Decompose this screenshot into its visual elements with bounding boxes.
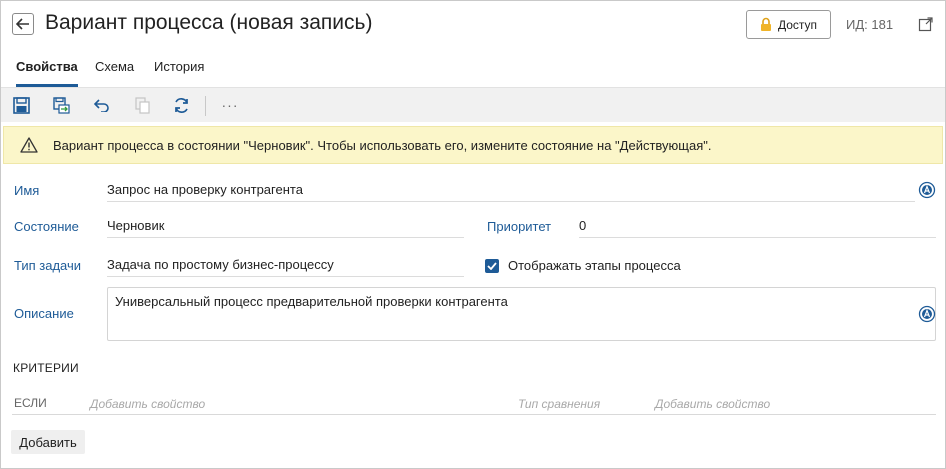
comparison-type-field[interactable]: Тип сравнения [518,397,600,411]
add-property-field[interactable]: Добавить свойство [90,397,205,411]
banner-text: Вариант процесса в состоянии "Черновик".… [53,138,712,153]
autotext-icon[interactable] [918,181,936,199]
warning-icon [20,137,38,153]
tab-history[interactable]: История [154,59,204,87]
task-type-label: Тип задачи [14,258,82,273]
open-external-icon[interactable] [918,16,934,32]
back-button[interactable] [12,13,34,35]
name-label: Имя [14,183,40,198]
refresh-icon [174,97,188,113]
tab-properties[interactable]: Свойства [16,59,78,87]
if-label: ЕСЛИ [14,396,47,410]
save-icon [12,96,30,114]
undo-icon [93,99,109,112]
priority-label: Приоритет [487,219,552,234]
access-button-label: Доступ [777,17,818,32]
criteria-row: ЕСЛИ Добавить свойство Тип сравнения Доб… [12,393,936,415]
add-criterion-button[interactable]: Добавить [11,430,85,454]
lock-icon [760,17,771,31]
page-title: Вариант процесса (новая запись) [45,11,373,34]
autotext-icon[interactable] [918,305,936,323]
description-label: Описание [14,306,74,321]
tab-scheme[interactable]: Схема [95,59,134,87]
copy-icon [134,96,150,114]
name-field[interactable]: Запрос на проверку контрагента [107,178,915,202]
status-banner: Вариант процесса в состоянии "Черновик".… [3,126,943,164]
priority-field[interactable]: 0 [579,214,936,238]
undo-button[interactable] [92,96,110,114]
criteria-section-title: КРИТЕРИИ [13,361,79,375]
save-and-close-button[interactable] [52,96,70,114]
tab-bar: Свойства Схема История [0,59,946,87]
save-button[interactable] [12,96,30,114]
state-label: Состояние [14,219,79,234]
task-type-field[interactable]: Задача по простому бизнес-процессу [107,253,464,277]
record-id: ИД: 181 [846,17,894,32]
show-stages-label[interactable]: Отображать этапы процесса [508,258,681,273]
checkmark-icon [487,262,497,270]
toolbar-separator [205,96,206,116]
state-field[interactable]: Черновик [107,214,464,238]
show-stages-checkbox[interactable] [485,259,499,273]
description-field[interactable]: Универсальный процесс предварительной пр… [107,287,936,341]
add-property-field-2[interactable]: Добавить свойство [655,397,770,411]
arrow-left-icon [16,18,29,30]
refresh-button[interactable] [172,96,190,114]
more-actions-button[interactable]: ··· [221,96,239,114]
save-and-close-icon [52,96,70,114]
access-button[interactable]: Доступ [746,10,831,39]
copy-button[interactable] [133,96,151,114]
toolbar: ··· [1,87,945,122]
